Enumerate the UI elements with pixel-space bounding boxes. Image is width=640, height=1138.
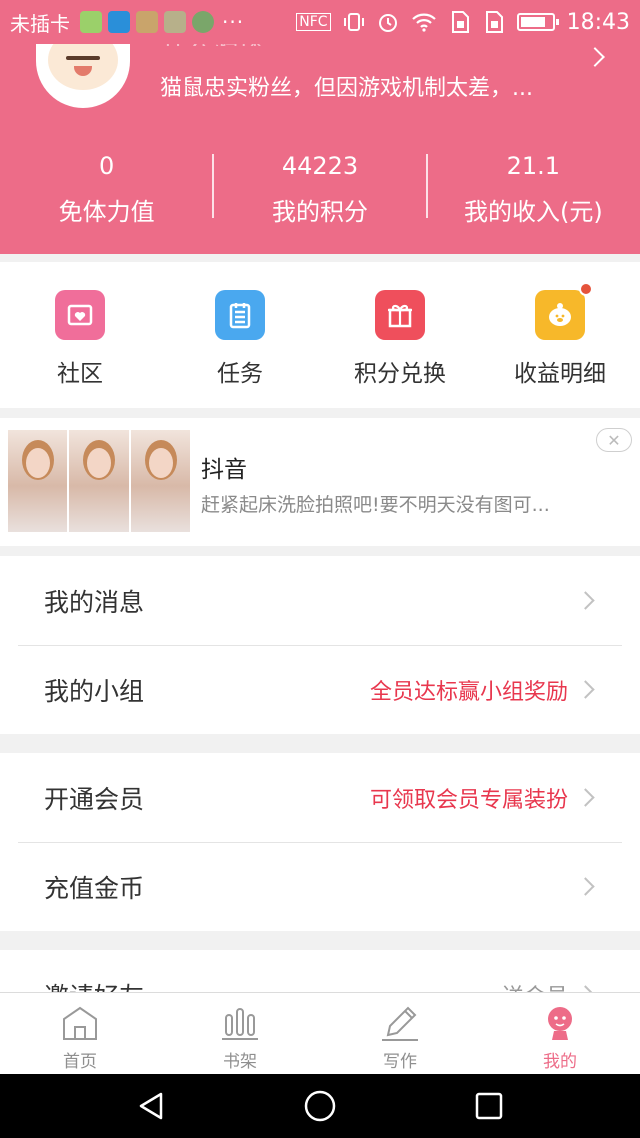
sim-icon bbox=[451, 11, 469, 33]
quick-menu: 社区 任务 积分兑换 收益明细 bbox=[0, 262, 640, 408]
tab-home[interactable]: 首页 bbox=[0, 993, 160, 1074]
stat-label: 我的积分 bbox=[271, 198, 368, 226]
stat-stamina[interactable]: 0 免体力值 bbox=[0, 140, 213, 240]
vibrate-icon bbox=[343, 13, 364, 31]
stat-divider bbox=[425, 154, 428, 218]
task-list-icon bbox=[215, 290, 265, 340]
stat-value: 21.1 bbox=[506, 152, 561, 180]
stat-divider bbox=[212, 154, 215, 218]
video-app-icon bbox=[108, 11, 130, 33]
menu-item-label: 我的小组 bbox=[44, 676, 145, 706]
ad-image-strip bbox=[8, 430, 190, 532]
quick-item-income-details[interactable]: 收益明细 bbox=[480, 262, 640, 408]
battery-level bbox=[520, 17, 545, 27]
profile-icon bbox=[548, 1007, 572, 1040]
ad-title: 抖音 bbox=[201, 457, 247, 483]
nfc-icon: NFC bbox=[296, 13, 331, 31]
menu-item-membership[interactable]: 开通会员 可领取会员专属装扮 bbox=[0, 753, 640, 842]
tab-label: 书架 bbox=[223, 1052, 257, 1072]
cloud-icon bbox=[192, 11, 214, 33]
chevron-right-icon bbox=[576, 680, 595, 699]
sim-icon bbox=[485, 11, 503, 33]
tab-me[interactable]: 我的 bbox=[480, 993, 640, 1074]
quick-item-label: 积分兑换 bbox=[354, 361, 446, 387]
quick-item-tasks[interactable]: 任务 bbox=[160, 262, 320, 408]
stats-bar: 0 免体力值 44223 我的积分 21.1 我的收入(元) bbox=[0, 140, 640, 240]
piggy-bank-icon bbox=[535, 282, 593, 340]
chevron-right-icon bbox=[576, 591, 595, 610]
menu-item-hint: 可领取会员专属装扮 bbox=[369, 787, 568, 813]
home-icon bbox=[63, 1006, 97, 1040]
notification-dot bbox=[579, 282, 593, 296]
wechat-icon bbox=[80, 11, 102, 33]
gallery-icon bbox=[164, 11, 186, 33]
ad-thumbnail bbox=[69, 430, 129, 532]
stat-income[interactable]: 21.1 我的收入(元) bbox=[425, 140, 640, 240]
recents-icon[interactable] bbox=[471, 1088, 507, 1124]
back-icon[interactable] bbox=[133, 1088, 169, 1124]
menu-item-my-messages[interactable]: 我的消息 bbox=[0, 556, 640, 645]
quick-item-label: 收益明细 bbox=[514, 361, 606, 387]
stat-points[interactable]: 44223 我的积分 bbox=[212, 140, 426, 240]
quick-item-label: 任务 bbox=[217, 361, 263, 387]
bookshelf-icon bbox=[222, 1008, 258, 1040]
ad-thumbnail bbox=[8, 430, 68, 532]
tab-label: 我的 bbox=[543, 1052, 577, 1072]
menu-item-label: 充值金币 bbox=[44, 873, 145, 903]
system-navigation-bar bbox=[0, 1074, 640, 1138]
menu-item-label: 我的消息 bbox=[44, 587, 145, 617]
pen-icon bbox=[382, 1006, 418, 1041]
menu-item-recharge-coins[interactable]: 充值金币 bbox=[0, 842, 640, 931]
clock: 18:43 bbox=[566, 9, 630, 35]
wifi-icon bbox=[411, 13, 436, 32]
gallery-icon bbox=[136, 11, 158, 33]
quick-item-community[interactable]: 社区 bbox=[0, 262, 160, 408]
status-bar: 未插卡 ··· NFC 18:43 bbox=[0, 0, 640, 44]
community-heart-icon bbox=[55, 290, 105, 340]
ad-description: 赶紧起床洗脸拍照吧!要不明天没有图可... bbox=[201, 494, 550, 516]
close-icon[interactable]: ✕ bbox=[596, 428, 632, 452]
quick-item-points-exchange[interactable]: 积分兑换 bbox=[320, 262, 480, 408]
ad-banner[interactable]: 抖音 赶紧起床洗脸拍照吧!要不明天没有图可... bbox=[0, 418, 640, 546]
stat-label: 我的收入(元) bbox=[463, 198, 603, 226]
menu-item-label: 开通会员 bbox=[44, 784, 145, 814]
home-button-icon[interactable] bbox=[302, 1088, 338, 1124]
quick-item-label: 社区 bbox=[57, 361, 103, 387]
carrier-label: 未插卡 bbox=[10, 11, 70, 36]
alarm-icon bbox=[378, 14, 397, 32]
stat-value: 44223 bbox=[281, 152, 359, 180]
battery-icon bbox=[516, 13, 559, 31]
overflow-indicator: ··· bbox=[222, 10, 245, 34]
tab-bookshelf[interactable]: 书架 bbox=[160, 993, 320, 1074]
menu-item-my-group[interactable]: 我的小组 全员达标赢小组奖励 bbox=[0, 645, 640, 734]
bottom-navigation: 首页 书架 写作 我的 bbox=[0, 992, 640, 1074]
menu-item-hint: 全员达标赢小组奖励 bbox=[369, 679, 568, 705]
profile-bio[interactable]: 猫鼠忠实粉丝，但因游戏机制太差，... bbox=[160, 70, 580, 102]
chevron-right-icon bbox=[576, 877, 595, 896]
tab-label: 写作 bbox=[383, 1052, 417, 1072]
menu-section-1: 我的消息 我的小组 全员达标赢小组奖励 bbox=[0, 556, 640, 734]
chevron-right-icon bbox=[576, 788, 595, 807]
chevron-right-icon[interactable] bbox=[585, 47, 605, 67]
tab-write[interactable]: 写作 bbox=[320, 993, 480, 1074]
menu-section-2: 开通会员 可领取会员专属装扮 充值金币 bbox=[0, 753, 640, 931]
tab-label: 首页 bbox=[63, 1052, 97, 1072]
gift-icon bbox=[375, 290, 425, 340]
ad-thumbnail bbox=[130, 430, 190, 532]
stat-label: 免体力值 bbox=[58, 198, 155, 226]
stat-value: 0 bbox=[99, 152, 115, 180]
